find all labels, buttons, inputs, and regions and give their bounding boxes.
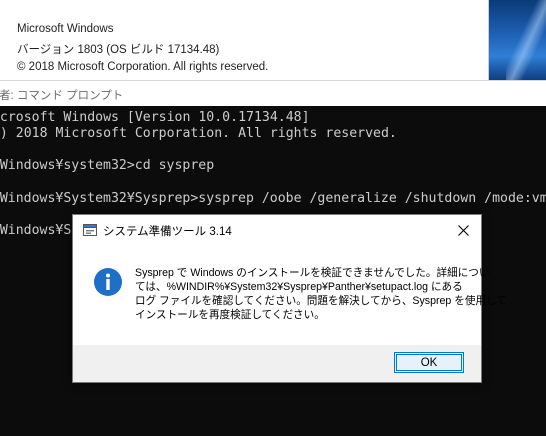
dialog-footer: OK [73,345,481,382]
sysprep-error-dialog: システム準備ツール 3.14 Sysprep で Windows のインストール… [72,214,507,383]
console-line: C:\Windows¥System32¥Sysprep>sysprep /oob… [0,191,546,206]
console-title-bar[interactable]: 管理者: コマンド プロンプト [0,80,546,107]
dialog-title: システム準備ツール 3.14 [103,226,232,238]
version-line: バージョン 1803 (OS ビルド 17134.48) [17,44,220,56]
console-line: Microsoft Windows [Version 10.0.17134.48… [0,110,310,125]
dialog-message: Sysprep で Windows のインストールを検証できませんでした。詳細に… [135,266,507,322]
ok-button[interactable]: OK [394,352,464,373]
console-line: C:\Windows¥system32>cd sysprep [0,158,215,173]
message-line: Sysprep で Windows のインストールを検証できませんでした。詳細に… [135,267,490,279]
about-windows-panel: Microsoft Windows バージョン 1803 (OS ビルド 171… [0,0,489,80]
copyright-line: © 2018 Microsoft Corporation. All rights… [17,61,269,73]
product-name: Microsoft Windows [17,23,114,35]
message-line: インストールを再度検証してください。 [135,309,325,321]
info-icon [94,268,122,296]
close-button[interactable] [445,215,481,245]
message-line: ログ ファイルを確認してください。問題を解決してから、Sysprep を使用して [135,295,507,307]
console-title: 管理者: コマンド プロンプト [0,90,124,102]
console-line: (c) 2018 Microsoft Corporation. All righ… [0,126,397,141]
message-line: ては、%WINDIR%¥System32¥Sysprep¥Panther¥set… [135,281,463,293]
sysprep-app-icon [83,224,97,236]
close-icon [457,224,469,236]
desktop-wallpaper [488,0,546,80]
dialog-title-bar[interactable]: システム準備ツール 3.14 [73,215,481,245]
